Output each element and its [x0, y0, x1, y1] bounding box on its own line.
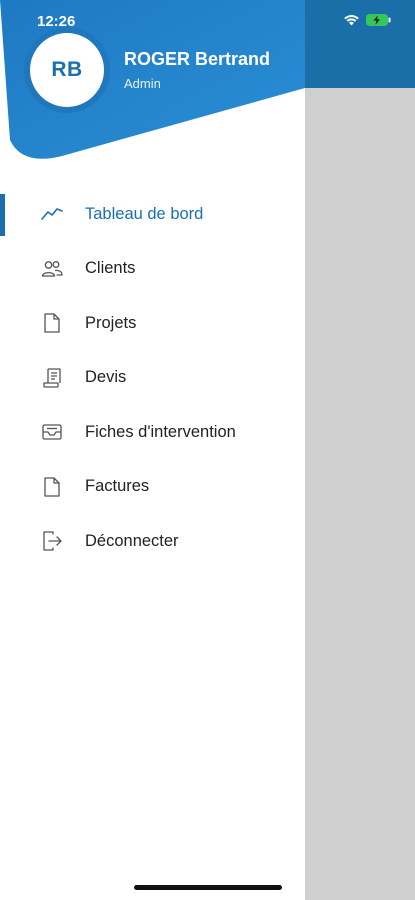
wifi-icon — [344, 15, 359, 26]
user-name: ROGER Bertrand — [124, 49, 271, 69]
active-indicator — [0, 194, 5, 236]
menu-item-label: Déconnecter — [85, 531, 179, 550]
inbox-icon — [40, 420, 64, 444]
menu-item-tableau-de-bord[interactable]: Tableau de bord — [0, 187, 305, 242]
navigation-drawer: 12:26 RB ROGER Bertrand Admin Tableau de… — [0, 0, 305, 900]
menu-item-projets[interactable]: Projets — [0, 296, 305, 351]
menu-item-fiches-intervention[interactable]: Fiches d'intervention — [0, 405, 305, 460]
menu-item-factures[interactable]: Factures — [0, 460, 305, 515]
document-icon — [40, 475, 64, 499]
menu-item-label: Factures — [85, 477, 150, 496]
menu-item-label: Projets — [85, 313, 137, 332]
status-time: 12:26 — [37, 13, 76, 30]
logout-icon — [40, 529, 64, 553]
drawer-menu: Tableau de bord Clients Projets Devis Fi… — [0, 187, 305, 569]
menu-item-label: Fiches d'intervention — [85, 422, 236, 441]
battery-icon — [366, 14, 391, 26]
menu-item-devis[interactable]: Devis — [0, 351, 305, 406]
drawer-backdrop[interactable] — [305, 0, 415, 900]
menu-item-clients[interactable]: Clients — [0, 242, 305, 297]
menu-item-label: Devis — [85, 368, 127, 387]
home-indicator[interactable] — [134, 885, 282, 890]
menu-item-label: Tableau de bord — [85, 204, 204, 223]
avatar[interactable]: RB — [30, 33, 104, 107]
menu-item-deconnecter[interactable]: Déconnecter — [0, 514, 305, 569]
document-icon — [40, 311, 64, 335]
users-icon — [40, 257, 64, 281]
user-role: Admin — [124, 76, 161, 91]
trend-line-icon — [40, 202, 64, 226]
receipt-icon — [40, 366, 64, 390]
menu-item-label: Clients — [85, 259, 136, 278]
status-icons — [343, 14, 391, 26]
